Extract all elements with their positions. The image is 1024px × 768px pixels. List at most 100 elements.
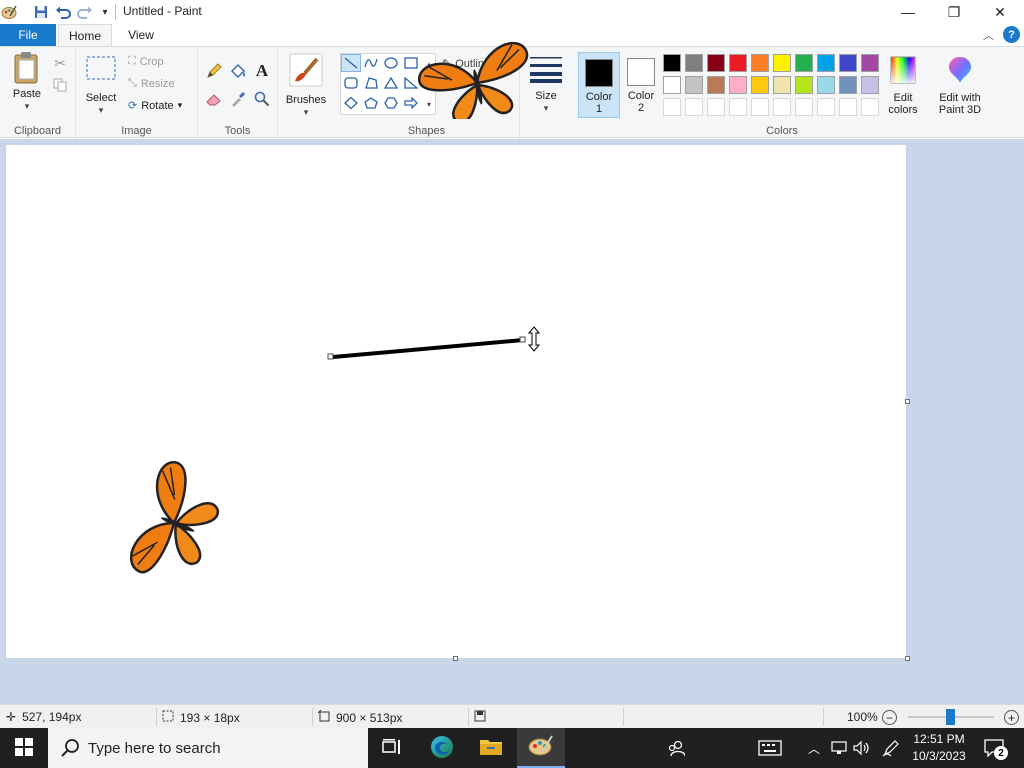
shapes-group-label: Shapes bbox=[407, 125, 446, 137]
zoom-in-button[interactable]: + bbox=[1004, 710, 1019, 725]
rotate-button[interactable]: ⟳ Rotate ▾ bbox=[128, 99, 182, 113]
palette-color-swatch[interactable] bbox=[795, 54, 813, 72]
people-icon[interactable] bbox=[662, 728, 690, 768]
customize-quick-access-icon[interactable]: ▾ bbox=[96, 3, 114, 21]
palette-color-swatch[interactable] bbox=[685, 98, 703, 116]
pen-workspace-icon[interactable] bbox=[880, 728, 902, 768]
eraser-icon[interactable] bbox=[204, 89, 224, 109]
canvas-resize-handle-corner[interactable] bbox=[905, 656, 910, 661]
action-center-button[interactable]: 2 bbox=[980, 728, 1008, 768]
color1-button[interactable]: Color 1 bbox=[578, 52, 620, 118]
palette-color-swatch[interactable] bbox=[707, 54, 725, 72]
line-shape[interactable] bbox=[341, 54, 361, 72]
polygon-shape[interactable] bbox=[361, 74, 381, 92]
canvas-resize-handle-bottom[interactable] bbox=[453, 656, 458, 661]
status-separator bbox=[623, 708, 624, 726]
zoom-out-button[interactable]: − bbox=[882, 710, 897, 725]
redo-icon[interactable] bbox=[76, 3, 94, 21]
palette-color-swatch[interactable] bbox=[817, 54, 835, 72]
rounded-rectangle-shape[interactable] bbox=[341, 74, 361, 92]
task-view-button[interactable] bbox=[368, 728, 416, 768]
line-end-handle[interactable] bbox=[519, 336, 526, 343]
start-button[interactable] bbox=[0, 728, 48, 768]
collapse-ribbon-icon[interactable]: ︿ bbox=[983, 27, 994, 43]
undo-icon[interactable] bbox=[54, 3, 72, 21]
palette-color-swatch[interactable] bbox=[751, 54, 769, 72]
palette-color-swatch[interactable] bbox=[663, 76, 681, 94]
diamond-shape[interactable] bbox=[341, 94, 361, 112]
triangle-shape[interactable] bbox=[381, 74, 401, 92]
palette-color-swatch[interactable] bbox=[817, 76, 835, 94]
palette-color-swatch[interactable] bbox=[729, 98, 747, 116]
edit-colors-button[interactable]: Edit colors bbox=[884, 55, 922, 116]
close-button[interactable]: ✕ bbox=[977, 0, 1023, 24]
oval-shape[interactable] bbox=[381, 54, 401, 72]
show-hidden-icons-icon[interactable]: ︿ bbox=[806, 728, 822, 768]
palette-color-swatch[interactable] bbox=[729, 76, 747, 94]
palette-color-swatch[interactable] bbox=[795, 76, 813, 94]
taskbar-search[interactable] bbox=[48, 728, 368, 768]
curve-shape[interactable] bbox=[361, 54, 381, 72]
color2-button[interactable]: Color 2 bbox=[622, 52, 660, 118]
palette-color-swatch[interactable] bbox=[707, 98, 725, 116]
palette-color-swatch[interactable] bbox=[663, 54, 681, 72]
palette-color-swatch[interactable] bbox=[751, 76, 769, 94]
paint-app[interactable] bbox=[517, 728, 565, 768]
resize-button[interactable]: ⤡ Resize bbox=[128, 77, 174, 90]
help-icon[interactable]: ? bbox=[1003, 26, 1020, 43]
edit-with-paint3d-button[interactable]: Edit with Paint 3D bbox=[934, 55, 986, 116]
pentagon-shape[interactable] bbox=[361, 94, 381, 112]
minimize-button[interactable]: — bbox=[885, 0, 931, 24]
pencil-icon[interactable] bbox=[204, 61, 224, 81]
search-input[interactable] bbox=[88, 739, 348, 757]
line-start-handle[interactable] bbox=[327, 353, 334, 360]
save-icon[interactable] bbox=[32, 3, 50, 21]
tab-home[interactable]: Home bbox=[58, 24, 112, 46]
brushes-button[interactable]: Brushes ▾ bbox=[282, 53, 330, 118]
palette-color-swatch[interactable] bbox=[795, 98, 813, 116]
palette-color-swatch[interactable] bbox=[839, 98, 857, 116]
edge-app[interactable] bbox=[418, 728, 466, 768]
crop-icon: ⛶ bbox=[128, 55, 136, 67]
cut-icon[interactable]: ✂ bbox=[50, 53, 70, 73]
paste-button[interactable]: Paste ▾ bbox=[6, 51, 48, 112]
palette-color-swatch[interactable] bbox=[773, 98, 791, 116]
drawing-canvas[interactable] bbox=[6, 145, 906, 658]
maximize-button[interactable]: ❐ bbox=[931, 0, 977, 24]
tab-view[interactable]: View bbox=[116, 24, 166, 46]
palette-color-swatch[interactable] bbox=[861, 98, 879, 116]
color-picker-icon[interactable] bbox=[228, 89, 248, 109]
canvas-resize-handle-right[interactable] bbox=[905, 399, 910, 404]
select-label: Select bbox=[85, 92, 117, 104]
zoom-slider-thumb[interactable] bbox=[946, 709, 955, 725]
keyboard-icon[interactable] bbox=[755, 728, 785, 768]
palette-color-swatch[interactable] bbox=[773, 54, 791, 72]
palette-color-swatch[interactable] bbox=[861, 54, 879, 72]
taskbar-clock[interactable]: 12:51 PM 10/3/2023 bbox=[906, 731, 972, 765]
hexagon-shape[interactable] bbox=[381, 94, 401, 112]
palette-color-swatch[interactable] bbox=[685, 76, 703, 94]
clock-time: 12:51 PM bbox=[913, 732, 965, 746]
palette-color-swatch[interactable] bbox=[729, 54, 747, 72]
palette-color-swatch[interactable] bbox=[707, 76, 725, 94]
palette-color-swatch[interactable] bbox=[685, 54, 703, 72]
paint-app-icon[interactable] bbox=[0, 3, 18, 21]
palette-color-swatch[interactable] bbox=[861, 76, 879, 94]
palette-color-swatch[interactable] bbox=[773, 76, 791, 94]
magnifier-icon[interactable] bbox=[252, 89, 272, 109]
palette-color-swatch[interactable] bbox=[839, 54, 857, 72]
palette-color-swatch[interactable] bbox=[751, 98, 769, 116]
tab-file[interactable]: File bbox=[0, 24, 56, 46]
copy-icon[interactable] bbox=[50, 75, 70, 95]
palette-color-swatch[interactable] bbox=[817, 98, 835, 116]
drawn-line[interactable] bbox=[332, 338, 524, 359]
volume-icon[interactable] bbox=[852, 728, 872, 768]
fill-with-color-icon[interactable] bbox=[228, 61, 248, 81]
network-icon[interactable] bbox=[830, 728, 848, 768]
text-tool-icon[interactable]: A bbox=[252, 61, 272, 81]
palette-color-swatch[interactable] bbox=[839, 76, 857, 94]
file-explorer-app[interactable] bbox=[467, 728, 515, 768]
palette-color-swatch[interactable] bbox=[663, 98, 681, 116]
crop-button[interactable]: ⛶ Crop bbox=[128, 55, 164, 68]
select-button[interactable]: Select ▾ bbox=[82, 55, 120, 116]
